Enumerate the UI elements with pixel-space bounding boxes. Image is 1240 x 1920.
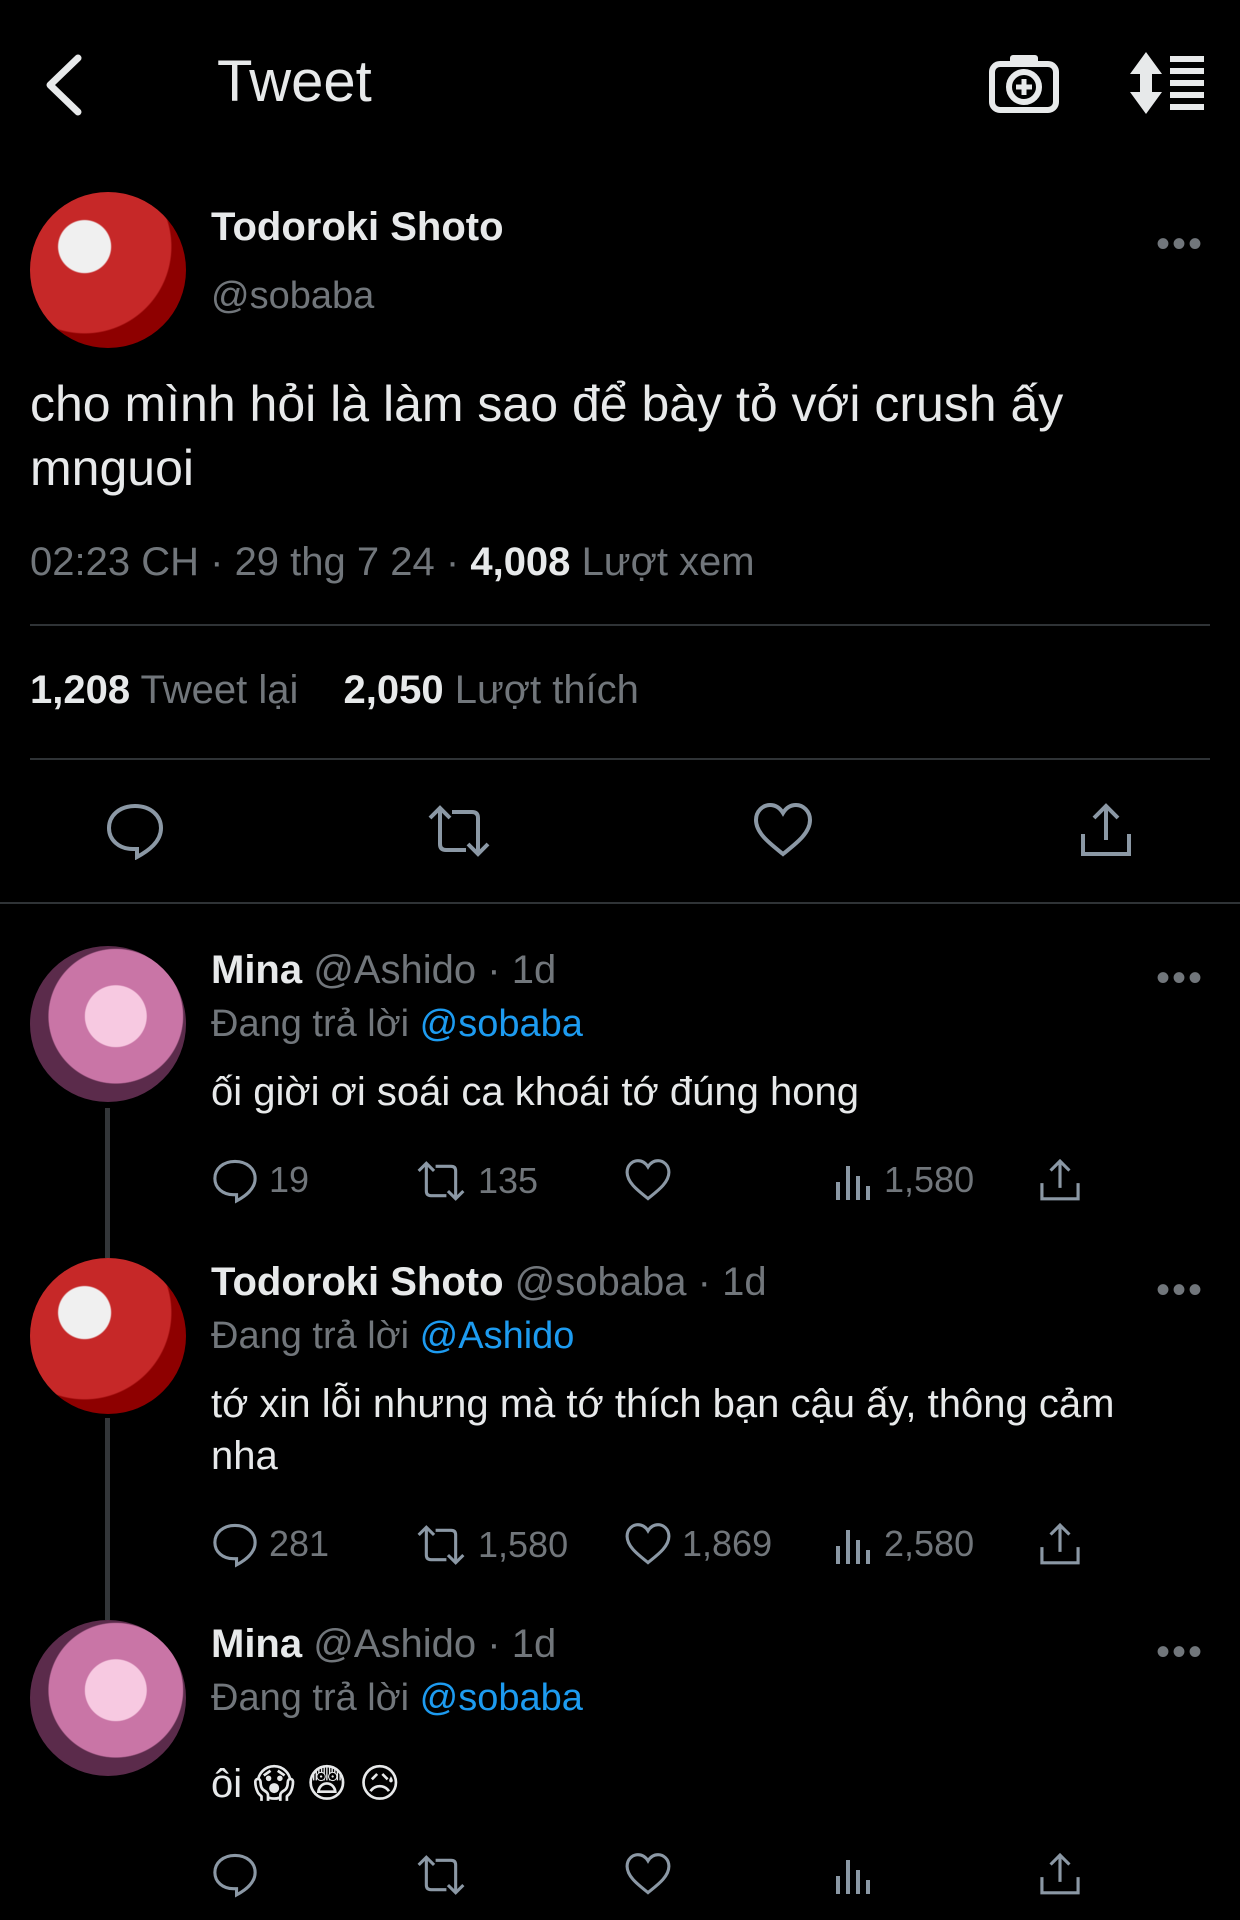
avatar[interactable] <box>30 1620 186 1776</box>
replying-to-link[interactable]: @Ashido <box>420 1315 575 1357</box>
reply-header: Mina @Ashido · 1d <box>211 1622 556 1667</box>
tweet-text: cho mình hỏi là làm sao để bày tỏ với cr… <box>30 376 1064 496</box>
replying-to-link[interactable]: @sobaba <box>420 1677 583 1719</box>
likes-label: Lượt thích <box>454 668 639 712</box>
tweet-meta: 02:23 CH · 29 thg 7 24 · 4,008 Lượt xem <box>30 540 755 585</box>
retweet-count: 135 <box>478 1160 539 1201</box>
reply-count: 281 <box>269 1523 330 1564</box>
divider <box>0 902 1240 904</box>
retweet-icon <box>417 1161 465 1201</box>
like-icon[interactable] <box>752 802 814 858</box>
like-icon <box>625 1853 671 1895</box>
views-count: 1,580 <box>884 1159 975 1200</box>
tweet-time: 02:23 CH <box>30 540 199 584</box>
sort-icon[interactable] <box>1128 50 1208 116</box>
more-options-icon[interactable]: ••• <box>1156 956 1204 1001</box>
avatar[interactable] <box>30 946 186 1102</box>
like-button[interactable] <box>624 1852 682 1896</box>
reply-button[interactable]: 281 <box>211 1520 329 1568</box>
views-count: 4,008 <box>470 540 571 584</box>
like-button[interactable] <box>624 1158 682 1202</box>
retweets-label: Tweet lại <box>140 668 299 712</box>
reply-author-handle[interactable]: @sobaba <box>515 1260 687 1304</box>
retweet-count: 1,580 <box>478 1524 569 1565</box>
tweet-stats: 1,208 Tweet lại 2,050 Lượt thích <box>30 668 639 713</box>
likes-count: 2,050 <box>343 668 444 712</box>
views-button[interactable]: 1,580 <box>834 1158 974 1202</box>
reply-author-handle[interactable]: @Ashido <box>313 1622 476 1666</box>
share-icon[interactable] <box>1038 1520 1082 1568</box>
reply-age: 1d <box>511 1622 557 1666</box>
separator: · <box>445 540 460 584</box>
retweet-icon <box>417 1855 465 1895</box>
reply-header: Mina @Ashido · 1d <box>211 948 556 993</box>
reply-header: Todoroki Shoto @sobaba · 1d <box>211 1260 767 1305</box>
retweet-button[interactable] <box>414 1854 478 1896</box>
replying-to: Đang trả lời @Ashido <box>211 1315 574 1358</box>
replying-to-link[interactable]: @sobaba <box>420 1003 583 1045</box>
retweets-count: 1,208 <box>30 668 131 712</box>
views-label: Lượt xem <box>581 540 755 584</box>
thread-line <box>105 1108 110 1258</box>
analytics-icon <box>836 1860 870 1894</box>
views-count: 2,580 <box>884 1523 975 1564</box>
views-button[interactable]: 2,580 <box>834 1522 974 1566</box>
tweet-date: 29 thg 7 24 <box>234 540 435 584</box>
reply-author-name[interactable]: Mina <box>211 948 302 992</box>
reply-age: 1d <box>722 1260 767 1304</box>
share-icon[interactable] <box>1038 1156 1082 1204</box>
more-options-icon[interactable]: ••• <box>1156 1630 1204 1675</box>
reply-text: tớ xin lỗi nhưng mà tớ thích bạn cậu ấy,… <box>211 1382 1115 1478</box>
divider <box>30 624 1210 626</box>
reply-author-name[interactable]: Mina <box>211 1622 302 1666</box>
camera-add-icon[interactable] <box>988 50 1060 116</box>
reply-icon <box>213 1523 257 1568</box>
page-title: Tweet <box>217 49 372 114</box>
analytics-icon <box>836 1166 870 1200</box>
retweet-button[interactable]: 135 <box>414 1160 538 1202</box>
replying-to: Đang trả lời @sobaba <box>211 1003 583 1046</box>
share-icon[interactable] <box>1038 1850 1082 1898</box>
separator: · <box>487 1622 501 1666</box>
retweet-icon <box>417 1525 465 1565</box>
back-icon[interactable] <box>40 50 90 120</box>
avatar[interactable] <box>30 1258 186 1414</box>
reply-button[interactable]: 19 <box>211 1156 309 1204</box>
separator: · <box>487 948 501 992</box>
replying-to: Đang trả lời @sobaba <box>211 1677 583 1720</box>
retweet-button[interactable]: 1,580 <box>414 1524 568 1566</box>
thread-line <box>105 1418 110 1620</box>
reply-icon[interactable] <box>104 800 166 860</box>
author-handle[interactable]: @sobaba <box>211 275 374 318</box>
reply-count: 19 <box>269 1159 310 1200</box>
replying-label: Đang trả lời <box>211 1315 410 1357</box>
reply-button[interactable] <box>211 1850 269 1898</box>
avatar[interactable] <box>30 192 186 348</box>
reply-icon <box>213 1159 257 1204</box>
analytics-icon <box>836 1530 870 1564</box>
views-button[interactable] <box>834 1852 884 1896</box>
share-icon[interactable] <box>1078 800 1134 860</box>
reply-text: ối giời ơi soái ca khoái tớ đúng hong <box>211 1070 859 1114</box>
like-count: 1,869 <box>682 1523 773 1564</box>
more-options-icon[interactable]: ••• <box>1156 222 1204 267</box>
reply-icon <box>213 1853 257 1898</box>
reply-author-name[interactable]: Todoroki Shoto <box>211 1260 504 1304</box>
divider <box>30 758 1210 760</box>
replying-label: Đang trả lời <box>211 1003 410 1045</box>
reply-text: ôi 😱 😨 😥 <box>211 1762 401 1806</box>
like-button[interactable]: 1,869 <box>624 1522 772 1566</box>
like-icon <box>625 1159 671 1201</box>
replying-label: Đang trả lời <box>211 1677 410 1719</box>
separator: · <box>210 540 224 584</box>
retweet-icon[interactable] <box>424 804 494 858</box>
reply-age: 1d <box>511 948 557 992</box>
author-name[interactable]: Todoroki Shoto <box>211 205 504 250</box>
more-options-icon[interactable]: ••• <box>1156 1268 1204 1313</box>
like-icon <box>625 1523 671 1565</box>
reply-author-handle[interactable]: @Ashido <box>313 948 476 992</box>
separator: · <box>697 1260 711 1304</box>
